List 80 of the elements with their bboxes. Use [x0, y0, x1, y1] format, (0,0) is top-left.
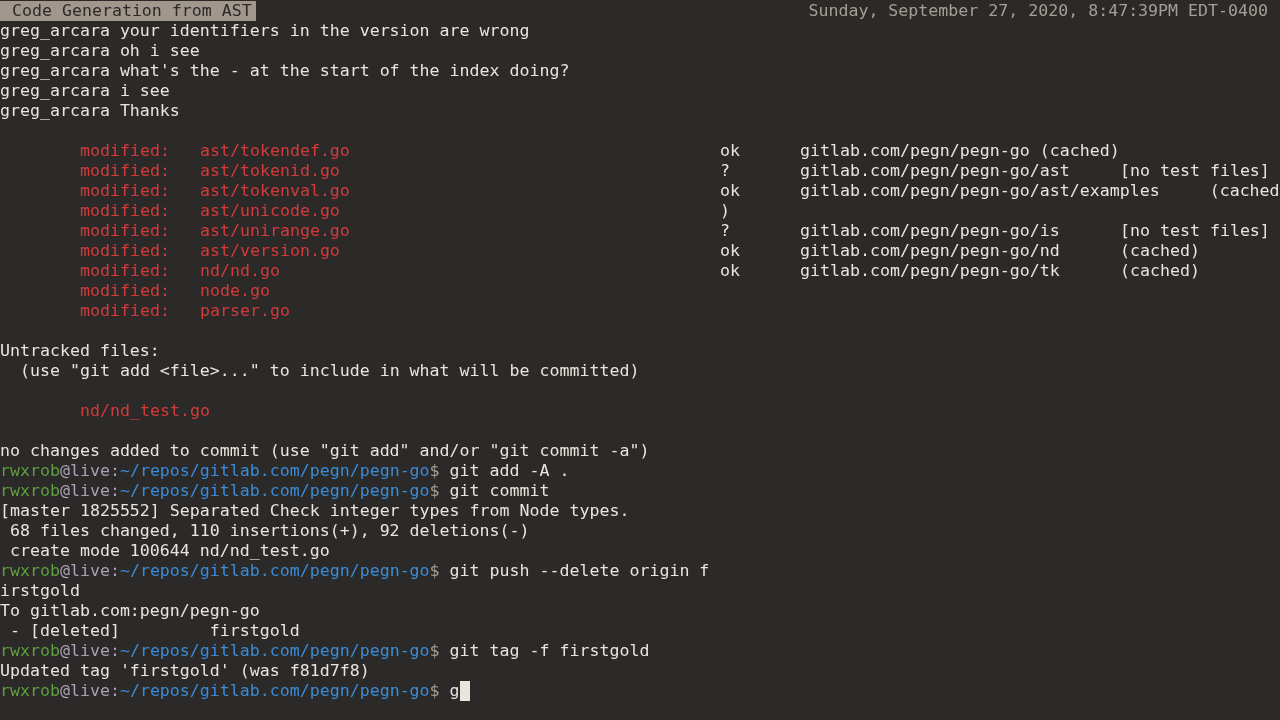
- output-line: Updated tag 'firstgold' (was f81d7f8): [0, 661, 370, 681]
- test-note: (cached): [1120, 241, 1200, 261]
- prompt-path: ~/repos/gitlab.com/pegn/pegn-go: [119, 481, 430, 501]
- chat-line: greg_arcara what's the - at the start of the index doing?: [0, 61, 570, 81]
- file-path: ast/unirange.go: [200, 221, 350, 241]
- untracked-hint: (use "git add <file>..." to include in what will be committed): [20, 361, 640, 381]
- prompt-symbol: $: [429, 481, 440, 501]
- prompt-path: ~/repos/gitlab.com/pegn/pegn-go: [119, 681, 430, 701]
- prompt-path: ~/repos/gitlab.com/pegn/pegn-go: [119, 461, 430, 481]
- prompt-user: rwxrob: [0, 641, 60, 661]
- prompt-host: @live:: [59, 681, 120, 701]
- test-status: ok: [720, 141, 741, 161]
- file-path: parser.go: [200, 301, 290, 321]
- output-line: create mode 100644 nd/nd_test.go: [9, 541, 330, 561]
- status-label: modified:: [80, 161, 171, 181]
- package-path: gitlab.com/pegn/pegn-go/nd: [800, 241, 1061, 261]
- test-note: [no test files]: [1120, 221, 1270, 241]
- package-path: gitlab.com/pegn/pegn-go/ast/examples: [800, 181, 1160, 201]
- file-path: nd/nd.go: [200, 261, 280, 281]
- test-status: ok: [720, 241, 741, 261]
- prompt-user: rwxrob: [0, 681, 60, 701]
- package-path: gitlab.com/pegn/pegn-go/ast: [800, 161, 1070, 181]
- file-path: node.go: [200, 281, 270, 301]
- status-label: modified:: [80, 241, 171, 261]
- chat-line: greg_arcara oh i see: [0, 41, 200, 61]
- untracked-heading: Untracked files:: [0, 341, 160, 361]
- status-label: modified:: [80, 201, 171, 221]
- file-path: ast/tokenid.go: [200, 161, 340, 181]
- command-text: git push --delete origin f: [449, 561, 710, 581]
- package-path: gitlab.com/pegn/pegn-go: [800, 141, 1030, 161]
- command-text: git commit: [449, 481, 550, 501]
- prompt-symbol: $: [429, 561, 440, 581]
- prompt-user: rwxrob: [0, 561, 60, 581]
- test-status: ok: [720, 181, 741, 201]
- file-path: nd/nd_test.go: [80, 401, 210, 421]
- prompt-user: rwxrob: [0, 481, 60, 501]
- test-status: ?: [720, 221, 731, 241]
- prompt-symbol: $: [429, 681, 440, 701]
- package-path: gitlab.com/pegn/pegn-go/tk: [800, 261, 1061, 281]
- chat-line: greg_arcara your identifiers in the version are wrong: [0, 21, 530, 41]
- test-status: ): [720, 201, 731, 221]
- session-title: Code Generation from AST: [0, 1, 256, 21]
- prompt-symbol: $: [429, 461, 440, 481]
- test-note: (cached): [1039, 141, 1120, 161]
- test-note: (cached): [1120, 261, 1200, 281]
- prompt-symbol: $: [429, 641, 440, 661]
- package-path: gitlab.com/pegn/pegn-go/is: [800, 221, 1061, 241]
- test-status: ?: [720, 161, 731, 181]
- output-line: To gitlab.com:pegn/pegn-go: [0, 601, 260, 621]
- test-status: ok: [720, 261, 741, 281]
- file-path: ast/version.go: [200, 241, 340, 261]
- prompt-host: @live:: [59, 461, 120, 481]
- command-text: git tag -f firstgold: [449, 641, 650, 661]
- prompt-path: ~/repos/gitlab.com/pegn/pegn-go: [119, 561, 430, 581]
- status-label: modified:: [80, 141, 171, 161]
- prompt-path: ~/repos/gitlab.com/pegn/pegn-go: [119, 641, 430, 661]
- output-line: irstgold: [0, 581, 80, 601]
- prompt-user: rwxrob: [0, 461, 60, 481]
- status-label: modified:: [80, 281, 171, 301]
- prompt-host: @live:: [59, 481, 120, 501]
- chat-line: greg_arcara Thanks: [0, 101, 180, 121]
- status-label: modified:: [80, 301, 171, 321]
- output-line: [master 1825552] Separated Check integer types from Node types.: [0, 501, 630, 521]
- output-line: 68 files changed, 110 insertions(+), 92 deletions(-): [9, 521, 530, 541]
- prompt-host: @live:: [59, 561, 120, 581]
- file-path: ast/tokenval.go: [200, 181, 350, 201]
- status-label: modified:: [80, 221, 171, 241]
- status-label: modified:: [80, 181, 171, 201]
- command-text: git add -A .: [449, 461, 570, 481]
- chat-line: greg_arcara i see: [0, 81, 170, 101]
- status-label: modified:: [80, 261, 171, 281]
- test-note: (cached: [1209, 181, 1280, 201]
- file-path: ast/tokendef.go: [200, 141, 350, 161]
- prompt-host: @live:: [59, 641, 120, 661]
- output-line: - [deleted] firstgold: [9, 621, 300, 641]
- clock-text: Sunday, September 27, 2020, 8:47:39PM EDT-0400: [808, 1, 1269, 21]
- file-path: ast/unicode.go: [200, 201, 340, 221]
- output-line: no changes added to commit (use "git add" and/or "git commit -a"): [0, 441, 650, 461]
- command-text: g: [449, 681, 460, 701]
- test-note: [no test files]: [1120, 161, 1270, 181]
